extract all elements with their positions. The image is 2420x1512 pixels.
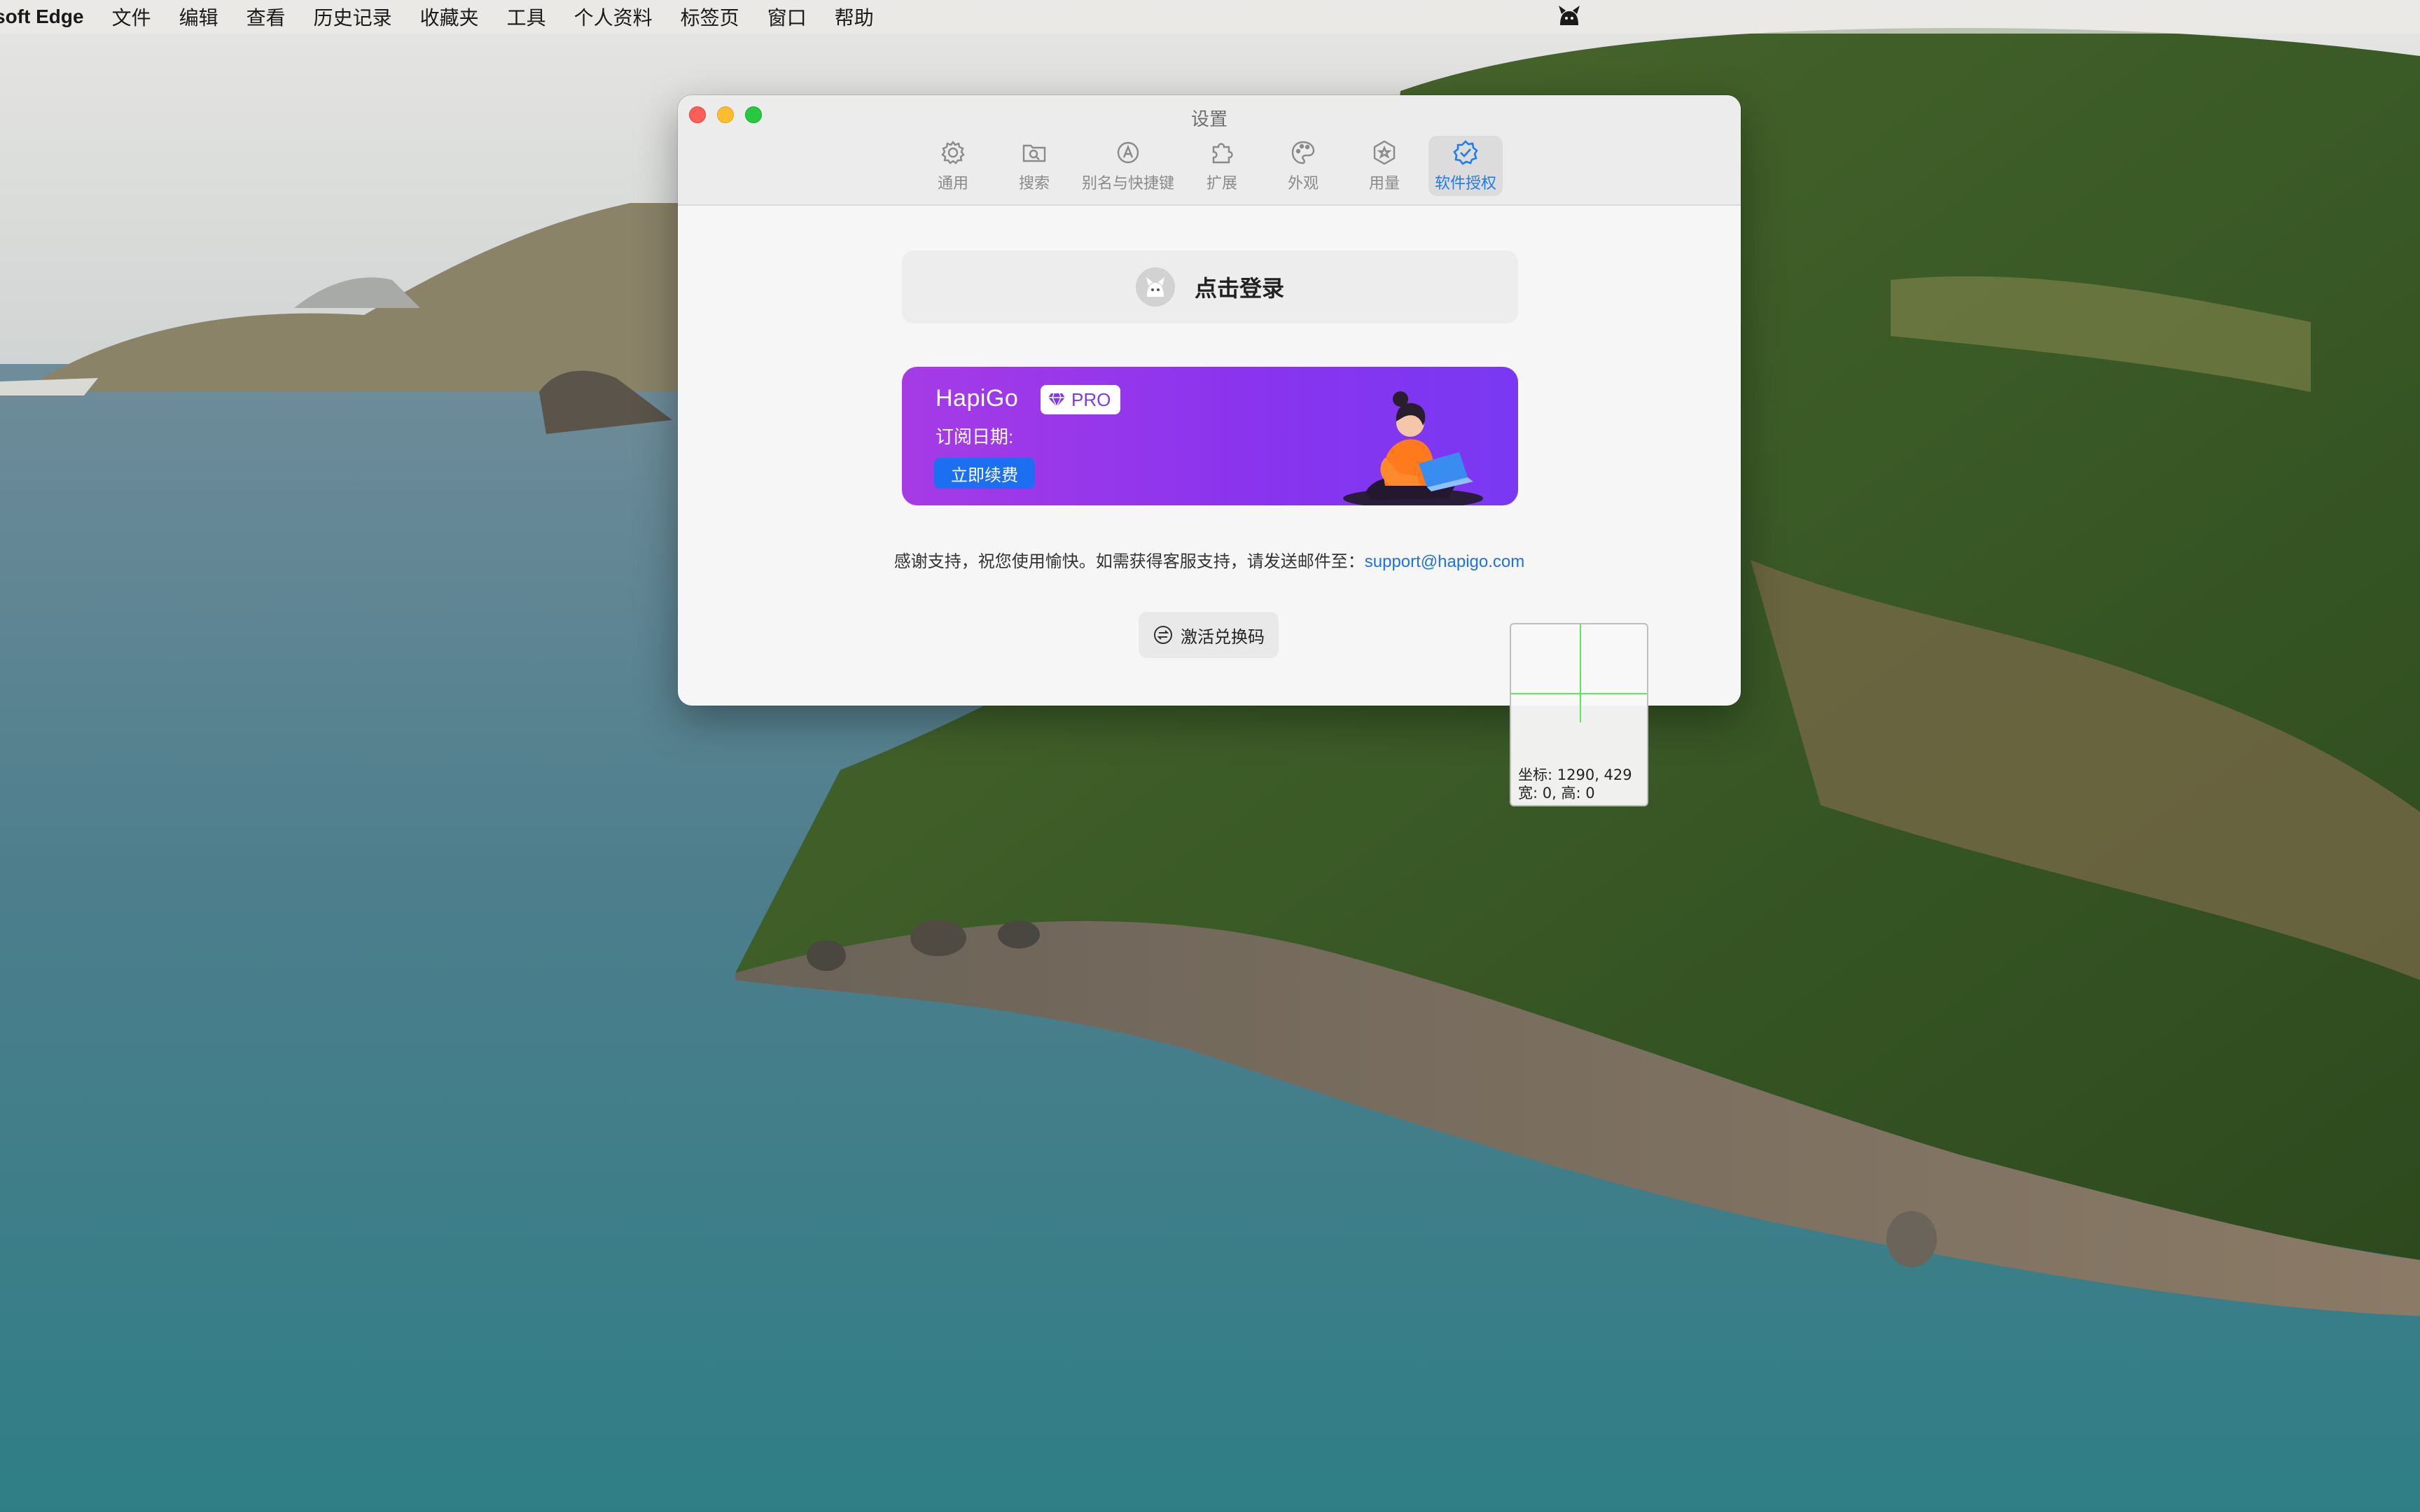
menu-help[interactable]: 帮助	[835, 3, 874, 31]
support-text: 感谢支持，祝您使用愉快。如需获得客服支持，请发送邮件至：	[893, 552, 1365, 571]
tab-extensions[interactable]: 扩展	[1185, 136, 1259, 196]
settings-tabs: 通用 搜索 别名与快捷键 扩展 外观 用量 软件授权	[678, 136, 1741, 200]
menu-profile[interactable]: 个人资料	[574, 3, 653, 31]
coordinate-size: 宽: 0, 高: 0	[1518, 785, 1595, 802]
crosshair-vertical	[1580, 624, 1581, 722]
tab-usage[interactable]: 用量	[1347, 136, 1421, 196]
pro-badge: PRO	[1041, 385, 1121, 414]
subscription-date-label: 订阅日期:	[936, 426, 1014, 447]
folder-search-icon	[1022, 144, 1046, 162]
crosshair-horizontal	[1511, 693, 1647, 694]
tab-general-label: 通用	[937, 174, 968, 192]
tab-search[interactable]: 搜索	[997, 136, 1071, 196]
menu-favorites[interactable]: 收藏夹	[420, 3, 479, 31]
settings-window: 设置 通用 搜索 别名与快捷键 扩展 外观 用量 软件授权 点击登录 HapiG…	[678, 95, 1741, 706]
menu-app-name[interactable]: soft Edge	[0, 6, 84, 28]
diamond-icon	[1048, 393, 1065, 407]
support-email-link[interactable]: support@hapigo.com	[1365, 552, 1525, 571]
tab-alias-shortcuts-label: 别名与快捷键	[1081, 174, 1174, 192]
window-titlebar[interactable]: 设置 通用 搜索 别名与快捷键 扩展 外观 用量 软件授权	[678, 95, 1741, 206]
menu-bar: soft Edge 文件 编辑 查看 历史记录 收藏夹 工具 个人资料 标签页 …	[0, 0, 2420, 34]
tab-general[interactable]: 通用	[916, 136, 990, 196]
verified-badge-icon	[1453, 140, 1478, 165]
pro-subscription-card: HapiGo PRO 订阅日期: 立即续费	[902, 367, 1518, 505]
mascot-avatar-icon	[1146, 277, 1164, 297]
coordinate-readout: 坐标: 1290, 429 宽: 0, 高: 0	[1518, 766, 1632, 802]
support-line: 感谢支持，祝您使用愉快。如需获得客服支持，请发送邮件至：support@hapi…	[678, 547, 1741, 572]
tab-extensions-label: 扩展	[1206, 174, 1237, 192]
screenshot-coordinate-overlay: 坐标: 1290, 429 宽: 0, 高: 0	[1510, 623, 1648, 806]
tab-license-label: 软件授权	[1434, 174, 1496, 192]
menu-window[interactable]: 窗口	[767, 3, 807, 31]
alias-a-icon	[1117, 141, 1139, 164]
gear-icon	[941, 141, 965, 164]
tab-usage-label: 用量	[1368, 174, 1400, 192]
tab-license[interactable]: 软件授权	[1428, 136, 1503, 196]
pro-brand-name: HapiGo	[936, 385, 1019, 412]
coordinate-position: 坐标: 1290, 429	[1518, 766, 1632, 783]
puzzle-icon	[1212, 143, 1233, 164]
menu-tools[interactable]: 工具	[507, 3, 546, 31]
mascot-icon[interactable]	[1556, 4, 1583, 29]
renew-button[interactable]: 立即续费	[934, 458, 1035, 489]
menu-view[interactable]: 查看	[246, 3, 286, 31]
tab-alias-shortcuts[interactable]: 别名与快捷键	[1078, 136, 1178, 196]
login-button[interactable]: 点击登录	[902, 251, 1518, 323]
redeem-code-label: 激活兑换码	[1181, 627, 1265, 647]
palette-icon	[1291, 141, 1315, 164]
person-with-laptop-illustration	[1343, 391, 1483, 505]
avatar	[1135, 267, 1175, 307]
hexagon-star-icon	[1373, 140, 1396, 165]
pro-badge-label: PRO	[1071, 388, 1111, 410]
menu-tabs[interactable]: 标签页	[681, 3, 739, 31]
menu-edit[interactable]: 编辑	[179, 3, 218, 31]
login-label: 点击登录	[1194, 276, 1284, 301]
tab-appearance-label: 外观	[1287, 174, 1319, 192]
tab-appearance[interactable]: 外观	[1266, 136, 1340, 196]
window-title: 设置	[1190, 108, 1228, 130]
tab-search-label: 搜索	[1018, 174, 1050, 192]
redeem-code-button[interactable]: 激活兑换码	[1139, 612, 1279, 658]
menu-file[interactable]: 文件	[112, 3, 151, 31]
menu-history[interactable]: 历史记录	[314, 3, 392, 31]
exchange-icon	[1154, 626, 1172, 644]
